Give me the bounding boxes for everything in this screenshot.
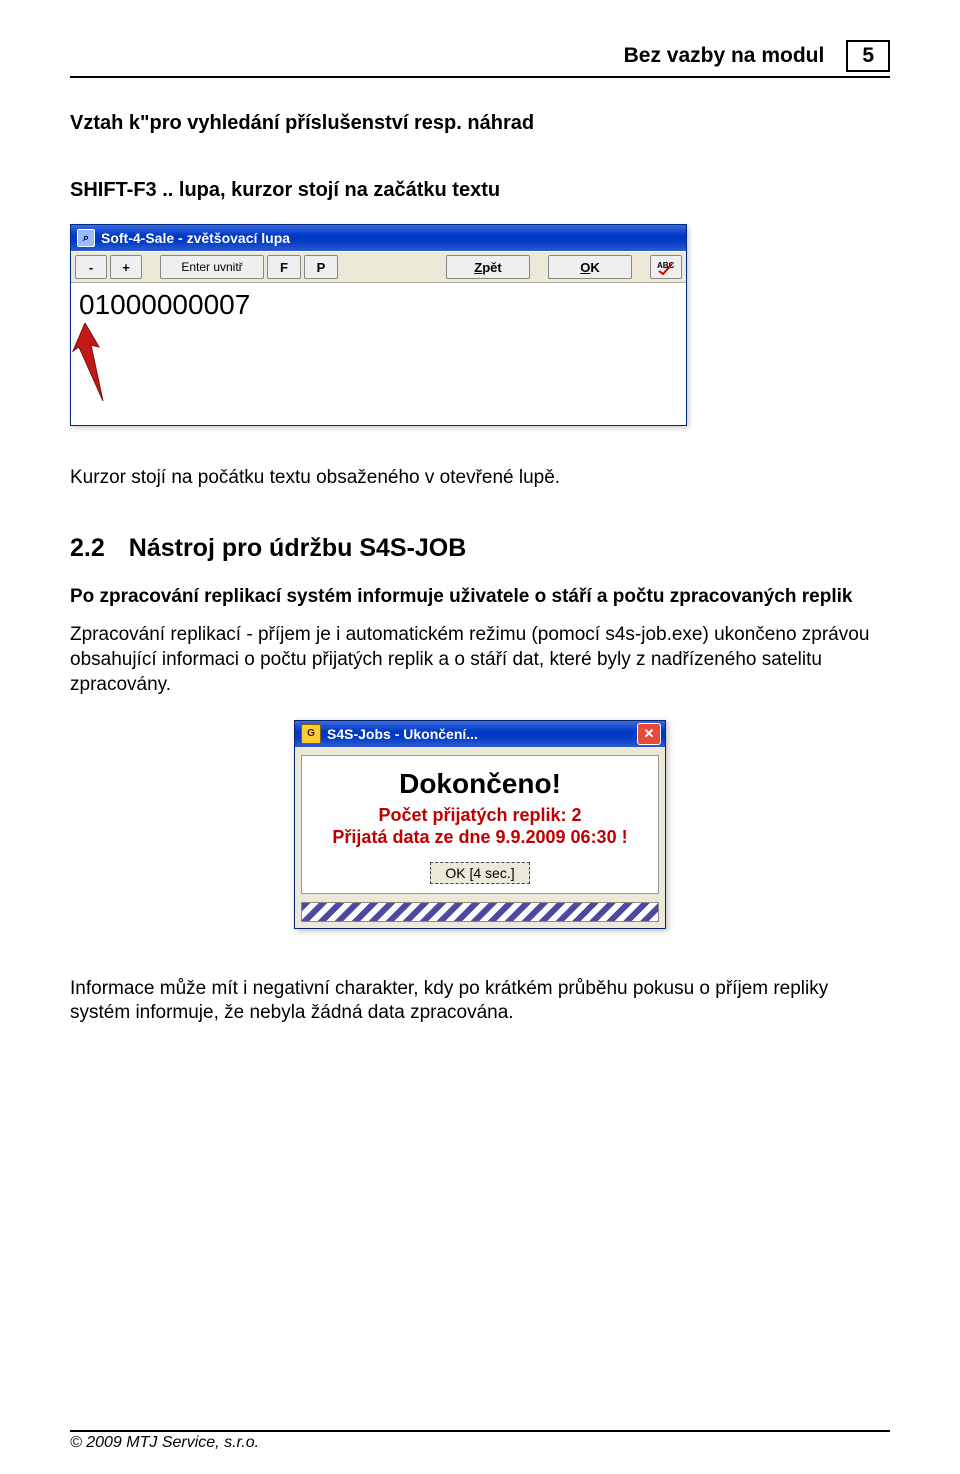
page-footer: © 2009 MTJ Service, s.r.o. [70,1430,890,1452]
zoom-window-titlebar: ⌕ Soft-4-Sale - zvětšovací lupa [71,225,686,251]
dialog-titlebar: G S4S-Jobs - Ukončení... ✕ [295,721,665,747]
dialog-ok-button[interactable]: OK [4 sec.] [430,862,529,884]
intro-line: Vztah k"pro vyhledání příslušenství resp… [70,112,890,135]
f-button[interactable]: F [267,255,301,279]
header-title: Bez vazby na modul [624,44,825,68]
section-title: Nástroj pro údržbu S4S-JOB [129,534,467,563]
p-button[interactable]: P [304,255,338,279]
spellcheck-button[interactable]: ABC [650,255,682,279]
dialog-title: S4S-Jobs - Ukončení... [327,726,478,742]
done-label: Dokončeno! [310,764,650,804]
page-header: Bez vazby na modul 5 [70,40,890,78]
section-lead: Po zpracování replikací systém informuje… [70,585,890,610]
ok-button-rest: K [590,260,599,275]
zoom-minus-button[interactable]: - [75,255,107,279]
data-date-line: Přijatá data ze dne 9.9.2009 06:30 ! [310,826,650,849]
magnifier-icon: ⌕ [77,229,95,247]
page-number: 5 [846,40,890,72]
back-button[interactable]: Zpět [446,255,530,279]
shortcut-line: SHIFT-F3 .. lupa, kurzor stojí na začátk… [70,179,890,202]
dialog-body: Dokončeno! Počet přijatých replik: 2 Při… [301,755,659,894]
cursor-arrow-icon [69,323,113,403]
section-body: Zpracování replikací - příjem je i autom… [70,623,890,697]
back-button-rest: pět [482,260,502,275]
section-number: 2.2 [70,534,105,563]
spellcheck-icon: ABC [657,259,675,275]
app-icon: G [301,724,321,744]
replica-count-line: Počet přijatých replik: 2 [310,804,650,827]
zoom-toolbar: - + Enter uvnitř F P Zpět OK ABC [71,251,686,283]
zoom-window: ⌕ Soft-4-Sale - zvětšovací lupa - + Ente… [70,224,687,426]
ok-button[interactable]: OK [548,255,632,279]
completion-dialog: G S4S-Jobs - Ukončení... ✕ Dokončeno! Po… [294,720,666,929]
zoom-plus-button[interactable]: + [110,255,142,279]
zoom-value: 01000000007 [79,289,250,320]
close-button[interactable]: ✕ [637,723,661,745]
final-paragraph: Informace může mít i negativní charakter… [70,977,890,1026]
enter-inside-button[interactable]: Enter uvnitř [160,255,264,279]
progress-stripe [301,902,659,922]
copyright: © 2009 MTJ Service, s.r.o. [70,1434,259,1451]
caption-1: Kurzor stojí na počátku textu obsaženého… [70,466,890,490]
zoom-window-title: Soft-4-Sale - zvětšovací lupa [101,225,290,251]
section-heading: 2.2 Nástroj pro údržbu S4S-JOB [70,534,890,563]
zoom-content: 01000000007 [71,283,686,425]
